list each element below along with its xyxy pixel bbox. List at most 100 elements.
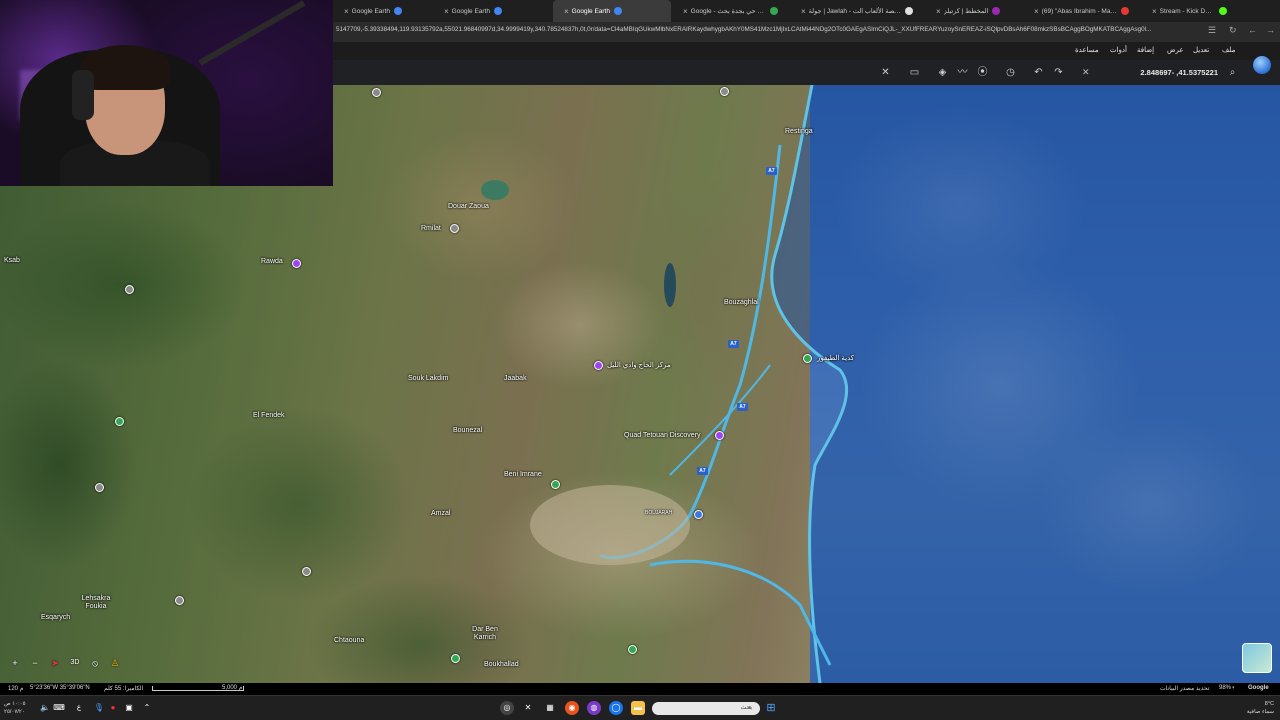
menu-file[interactable]: ملف bbox=[1222, 46, 1235, 54]
place-beni-imrane[interactable]: Beni Imrane bbox=[504, 471, 542, 478]
poi-pin[interactable] bbox=[125, 285, 134, 294]
place-bounezal[interactable]: Bounezal bbox=[453, 427, 482, 434]
rotate-icon[interactable]: ⦸ bbox=[88, 656, 102, 670]
menu-edit[interactable]: تعديل bbox=[1193, 46, 1209, 54]
place-dar-ben-karrich[interactable]: Dar Ben Karrich bbox=[470, 626, 500, 642]
shield-icon[interactable]: ▣ bbox=[122, 701, 136, 715]
undo-icon[interactable]: ↶ bbox=[1032, 66, 1045, 79]
poi-pin[interactable] bbox=[302, 567, 311, 576]
menu-view[interactable]: عرض bbox=[1167, 46, 1184, 54]
poi-pin[interactable] bbox=[720, 87, 729, 96]
poi-pin[interactable] bbox=[175, 596, 184, 605]
3d-toggle[interactable]: 3D bbox=[68, 656, 82, 670]
folder-icon[interactable]: ▬ bbox=[631, 701, 645, 715]
search-input[interactable]: 2.848697- ,41.5375221 bbox=[1098, 64, 1244, 81]
place-souk-lakdim[interactable]: Souk Lakdim bbox=[408, 375, 448, 382]
speaker-icon[interactable]: 🔈 bbox=[38, 701, 52, 715]
redo-icon[interactable]: ↷ bbox=[1052, 66, 1065, 79]
app-icon-1[interactable]: ◎ bbox=[500, 701, 514, 715]
place-rawda[interactable]: Rawda bbox=[261, 258, 283, 265]
taskbar-search-input[interactable]: بحث ⌕ bbox=[652, 702, 760, 715]
place-kedia[interactable]: كدية الطيفور bbox=[817, 354, 854, 362]
browser-tab[interactable]: ×Google - أفضل حي بجدة بحث bbox=[672, 0, 790, 22]
hide-sidebar-icon[interactable]: ✕ bbox=[879, 66, 892, 79]
menu-tools[interactable]: أدوات bbox=[1110, 46, 1127, 54]
place-jaabak[interactable]: Jaabak bbox=[504, 375, 527, 382]
search-icon[interactable]: ⌕ bbox=[1226, 66, 1239, 79]
poi-pin[interactable] bbox=[803, 354, 812, 363]
place-markaz[interactable]: مركز الحاج وادي الليل bbox=[607, 361, 671, 369]
placemark-icon[interactable]: ⦿ bbox=[976, 66, 989, 79]
poi-pin[interactable] bbox=[292, 259, 301, 268]
place-restinga[interactable]: Restinga bbox=[785, 128, 813, 135]
poi-pin[interactable] bbox=[372, 88, 381, 97]
place-chtaouna[interactable]: Chtaouna bbox=[334, 637, 364, 644]
browser-tab[interactable]: × المخطط | كرتيلز bbox=[925, 0, 1023, 22]
zoom-in-icon[interactable]: + bbox=[8, 656, 22, 670]
browser-tab[interactable]: × Google Earth bbox=[553, 0, 671, 22]
poi-pin[interactable] bbox=[450, 224, 459, 233]
wifi-icon[interactable]: ⌨ bbox=[52, 701, 66, 715]
mic-icon[interactable]: 🎙 bbox=[92, 701, 106, 715]
forward-icon[interactable]: → bbox=[1266, 25, 1275, 35]
browser-tab[interactable]: ×Stream - Kick Dashboard bbox=[1141, 0, 1239, 22]
close-tab-icon[interactable]: × bbox=[683, 7, 688, 16]
layers-icon[interactable]: ◈ bbox=[936, 66, 949, 79]
close-tab-icon[interactable]: × bbox=[1034, 7, 1039, 16]
data-attribution-link[interactable]: تحديد مصدر البيانات bbox=[1160, 685, 1209, 692]
zoom-out-icon[interactable]: − bbox=[28, 656, 42, 670]
place-esqarych[interactable]: Esqarych bbox=[41, 614, 70, 621]
history-icon[interactable]: ◷ bbox=[1004, 66, 1017, 79]
poi-pin[interactable] bbox=[551, 480, 560, 489]
system-clock[interactable]: 8°C سماء صافية bbox=[1224, 700, 1274, 716]
browser-tab[interactable]: × (69) "Abas Ibrahim - Manta... bbox=[1023, 0, 1141, 22]
close-tab-icon[interactable]: × bbox=[936, 7, 941, 16]
place-ksab[interactable]: Ksab bbox=[4, 257, 20, 264]
record-icon[interactable]: ● bbox=[106, 701, 120, 715]
close-tab-icon[interactable]: × bbox=[801, 7, 806, 16]
app-icon-3[interactable]: ▦ bbox=[543, 701, 557, 715]
back-icon[interactable]: ← bbox=[1248, 25, 1257, 35]
firefox-icon[interactable]: ◉ bbox=[565, 701, 579, 715]
chevron-up-icon[interactable]: ⌃ bbox=[140, 701, 154, 715]
path-icon[interactable]: 〰 bbox=[956, 66, 969, 79]
poi-pin[interactable] bbox=[694, 510, 703, 519]
close-tab-icon[interactable]: × bbox=[1152, 7, 1157, 16]
place-lehsakra[interactable]: Lehsakra Foukia bbox=[79, 595, 113, 611]
close-tab-icon[interactable]: × bbox=[444, 7, 449, 16]
poi-pin[interactable] bbox=[95, 483, 104, 492]
url-text[interactable]: 5147709,-5.39338494,119.93135792a,55021.… bbox=[336, 26, 1206, 33]
place-boukhallad[interactable]: Boukhallad bbox=[484, 661, 519, 668]
close-tab-icon[interactable]: × bbox=[564, 7, 569, 16]
reload-icon[interactable]: ↻ bbox=[1229, 25, 1237, 36]
pegman-icon[interactable]: ♙ bbox=[108, 656, 122, 670]
compass-icon[interactable]: ➤ bbox=[48, 656, 62, 670]
poi-pin[interactable] bbox=[715, 431, 724, 440]
place-amzal[interactable]: Amzal bbox=[431, 510, 450, 517]
browser-tab[interactable]: ×جولة | Jawlah - منصة الألعاب الت... bbox=[790, 0, 925, 22]
menu-help[interactable]: مساعدة bbox=[1075, 46, 1099, 54]
obs-icon[interactable]: ◍ bbox=[587, 701, 601, 715]
weather-widget[interactable]: ١٠:٠٥ ص ٢٥/٠٧/٢٠ bbox=[4, 700, 26, 716]
browser-tab[interactable]: × Google Earth bbox=[333, 0, 421, 22]
minimap-thumbnail[interactable] bbox=[1242, 643, 1272, 673]
browser-tab[interactable]: × Google Earth bbox=[433, 0, 551, 22]
poi-pin[interactable] bbox=[451, 654, 460, 663]
place-bouzaghlal[interactable]: Bouzaghlal bbox=[724, 299, 759, 306]
poi-pin[interactable] bbox=[594, 361, 603, 370]
poi-pin[interactable] bbox=[628, 645, 637, 654]
place-rmilat[interactable]: Rmilat bbox=[421, 225, 441, 232]
clear-search-icon[interactable]: ✕ bbox=[1082, 64, 1090, 81]
poi-pin[interactable] bbox=[115, 417, 124, 426]
menu-add[interactable]: إضافة bbox=[1137, 46, 1154, 54]
windows-start-icon[interactable]: ⊞ bbox=[764, 701, 778, 715]
place-boujarah[interactable]: BOUJARAH bbox=[645, 510, 672, 516]
lang-indicator[interactable]: ع bbox=[72, 701, 86, 715]
chrome-icon[interactable]: ◯ bbox=[609, 701, 623, 715]
place-douar-zaoua[interactable]: Douar Zaoua bbox=[448, 203, 489, 210]
avatar[interactable] bbox=[1253, 56, 1271, 74]
place-el-fendek[interactable]: El Fendek bbox=[253, 412, 285, 419]
ruler-icon[interactable]: ▭ bbox=[908, 66, 921, 79]
place-quad-tetouan[interactable]: Quad Tetouan Discovery bbox=[624, 432, 701, 439]
bookmark-icon[interactable]: ☰ bbox=[1208, 25, 1216, 36]
